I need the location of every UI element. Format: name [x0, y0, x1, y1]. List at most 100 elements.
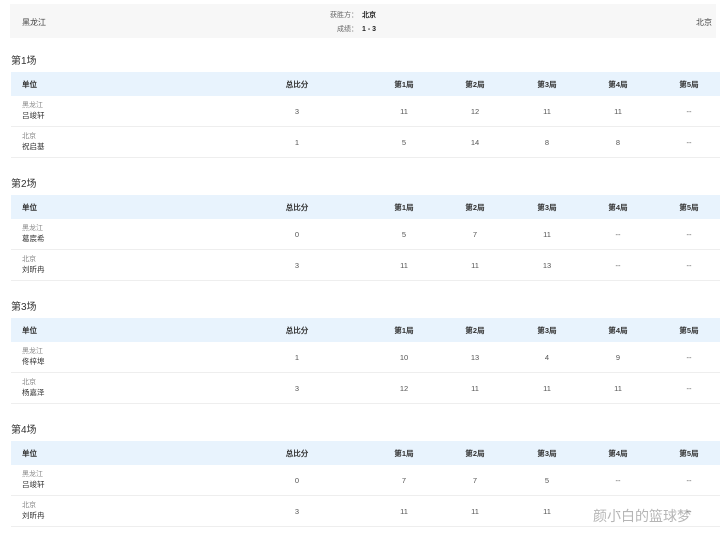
game-score-cell: 7	[472, 229, 478, 239]
table-header-row: 单位 总比分 第1局 第2局 第3局 第4局 第5局	[11, 318, 720, 342]
match-summary-header: 黑龙江 获胜方： 北京 成绩： 1 - 3 北京	[10, 4, 716, 38]
column-header: 总比分	[285, 202, 309, 212]
match-table: 单位 总比分 第1局 第2局 第3局 第4局 第5局 黑龙江 葛宸希 0 5 7 11 -- -- 北京 刘昕冉…	[11, 195, 720, 281]
table-row: 黑龙江 佟梓埠 1 10 13 4 9 --	[11, 342, 720, 373]
team-name: 北京	[22, 256, 36, 263]
game-score-cell: 11	[471, 260, 479, 270]
total-score-cell: 1	[294, 137, 300, 147]
game-score-cell: --	[686, 352, 692, 362]
column-header: 第2局	[465, 448, 485, 458]
game-score-cell: 11	[543, 106, 551, 116]
game-score-cell: 7	[401, 475, 407, 485]
match-title: 第1场	[11, 56, 37, 67]
team-name: 北京	[22, 133, 36, 140]
team-name: 北京	[22, 379, 36, 386]
player-name: 葛宸希	[22, 234, 45, 243]
game-score-cell: --	[615, 229, 621, 239]
game-score-cell: 5	[401, 229, 407, 239]
game-score-cell: 11	[400, 260, 408, 270]
column-header: 单位	[22, 79, 37, 89]
game-score-cell: 13	[470, 352, 480, 362]
table-row: 黑龙江 吕竣轩 3 11 12 11 11 --	[11, 96, 720, 127]
game-score-cell: 12	[399, 383, 409, 393]
game-score-cell: 11	[471, 506, 479, 516]
game-score-cell: 11	[543, 506, 551, 516]
column-header: 第5局	[679, 79, 699, 89]
column-header: 第2局	[465, 325, 485, 335]
total-score-cell: 0	[294, 229, 300, 239]
game-score-cell: --	[686, 260, 692, 270]
score-label: 成绩：	[337, 26, 358, 33]
column-header: 第4局	[608, 202, 628, 212]
column-header: 总比分	[285, 79, 309, 89]
game-score-cell: 11	[614, 106, 622, 116]
column-header: 第1局	[394, 448, 414, 458]
player-name: 刘昕冉	[22, 511, 45, 520]
column-header: 第1局	[394, 202, 414, 212]
table-header-row: 单位 总比分 第1局 第2局 第3局 第4局 第5局	[11, 72, 720, 96]
column-header: 单位	[22, 325, 37, 335]
game-score-cell: 7	[472, 475, 478, 485]
total-score-cell: 3	[294, 506, 300, 516]
column-header: 第4局	[608, 448, 628, 458]
team-name: 黑龙江	[22, 102, 43, 109]
column-header: 第1局	[394, 325, 414, 335]
player-name: 刘昕冉	[22, 265, 45, 274]
game-score-cell: --	[686, 137, 692, 147]
total-score-cell: 1	[294, 352, 300, 362]
game-score-cell: 11	[614, 383, 622, 393]
unit-cell: 北京 刘昕冉	[11, 250, 151, 280]
unit-cell: 黑龙江 佟梓埠	[11, 342, 151, 372]
game-score-cell: 13	[542, 260, 552, 270]
column-header: 第2局	[465, 79, 485, 89]
table-header-row: 单位 总比分 第1局 第2局 第3局 第4局 第5局	[11, 195, 720, 219]
column-header: 第4局	[608, 79, 628, 89]
team-name: 黑龙江	[22, 471, 43, 478]
game-score-cell: 8	[544, 137, 550, 147]
unit-cell: 黑龙江 葛宸希	[11, 219, 151, 249]
column-header: 第1局	[394, 79, 414, 89]
column-header: 第5局	[679, 325, 699, 335]
unit-cell: 北京 祝启基	[11, 127, 151, 157]
unit-cell: 北京 杨嘉泽	[11, 373, 151, 403]
watermark: 颜小白的篮球梦	[593, 509, 691, 525]
column-header: 第5局	[679, 448, 699, 458]
game-score-cell: 9	[615, 352, 621, 362]
game-score-cell: 12	[470, 106, 480, 116]
match-title: 第2场	[11, 179, 37, 190]
player-name: 杨嘉泽	[22, 388, 45, 397]
game-score-cell: 4	[544, 352, 550, 362]
match-title: 第4场	[11, 425, 37, 436]
game-score-cell: --	[686, 383, 692, 393]
winner-label: 获胜方：	[330, 12, 358, 19]
table-row: 黑龙江 葛宸希 0 5 7 11 -- --	[11, 219, 720, 250]
column-header: 第2局	[465, 202, 485, 212]
column-header: 第3局	[537, 325, 557, 335]
table-row: 北京杨嘉泽 3 12 11 11 11 --	[11, 373, 720, 404]
game-score-cell: 11	[400, 106, 408, 116]
total-score-cell: 0	[294, 475, 300, 485]
player-name: 吕竣轩	[22, 480, 45, 489]
game-score-cell: 5	[401, 137, 407, 147]
team-name: 北京	[22, 502, 36, 509]
game-score-cell: 11	[543, 383, 551, 393]
column-header: 第3局	[537, 79, 557, 89]
column-header: 第3局	[537, 202, 557, 212]
table-row: 黑龙江 吕竣轩 0 7 7 5 -- --	[11, 465, 720, 496]
result-summary: 获胜方： 北京 成绩： 1 - 3	[328, 9, 376, 37]
winner-value: 北京	[362, 12, 376, 19]
home-team-name: 黑龙江	[22, 18, 46, 27]
table-row: 北京 祝启基 1 5 14 8 8 --	[11, 127, 720, 158]
game-score-cell: 11	[471, 383, 479, 393]
column-header: 总比分	[285, 325, 309, 335]
player-name: 吕竣轩	[22, 111, 45, 120]
player-name: 祝启基	[22, 142, 45, 151]
game-score-cell: --	[615, 260, 621, 270]
column-header: 第4局	[608, 325, 628, 335]
table-header-row: 单位 总比分 第1局 第2局 第3局 第4局 第5局	[11, 441, 720, 465]
game-score-cell: 14	[470, 137, 480, 147]
game-score-cell: 11	[400, 506, 408, 516]
game-score-cell: --	[615, 475, 621, 485]
total-score-cell: 3	[294, 383, 300, 393]
total-score-cell: 3	[294, 106, 300, 116]
